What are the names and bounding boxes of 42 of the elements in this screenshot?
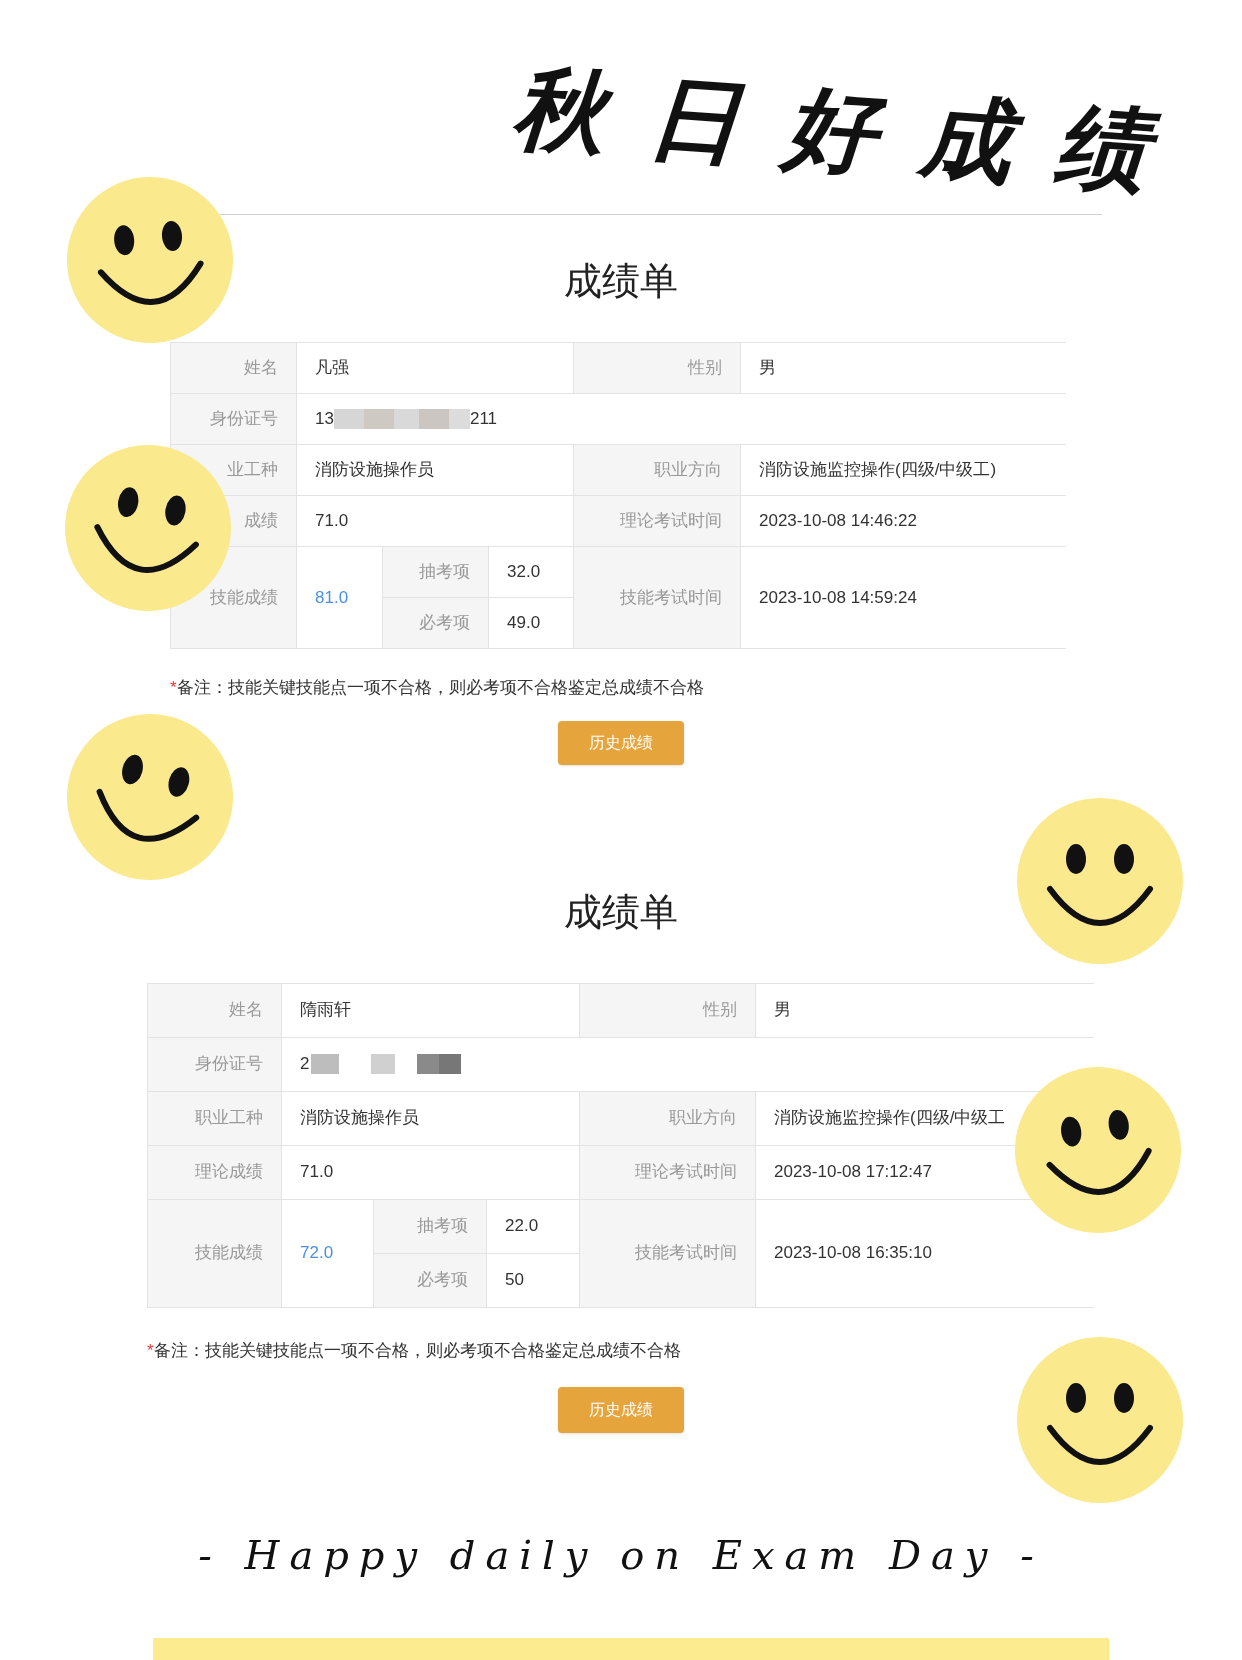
value-cell: 49.0: [489, 598, 573, 648]
id-text: 13: [315, 408, 334, 431]
label-cell: 抽考项: [374, 1199, 486, 1253]
note-text: *备注：技能关键技能点一项不合格，则必考项不合格鉴定总成绩不合格: [147, 1339, 681, 1362]
label-cell: 技能考试时间: [574, 547, 740, 648]
value-cell: 消防设施操作员: [297, 445, 573, 495]
value-cell: 22.0: [487, 1199, 579, 1253]
note-text: *备注：技能关键技能点一项不合格，则必考项不合格鉴定总成绩不合格: [170, 677, 704, 699]
label-cell: 职业方向: [580, 1091, 755, 1145]
id-text: 211: [469, 408, 498, 431]
value-cell: 71.0: [297, 496, 573, 546]
value-cell: 凡强: [297, 343, 573, 393]
label-cell: 姓名: [148, 983, 281, 1037]
label-cell: 理论成绩: [148, 1145, 281, 1199]
value-cell: 81.0: [297, 547, 382, 648]
value-cell: 隋雨轩: [282, 983, 579, 1037]
id-text: 2: [300, 1053, 310, 1076]
handwritten-title: 秋日好成绩: [508, 52, 1196, 211]
value-cell: 50: [487, 1253, 579, 1307]
footer-slogan: - Happy daily on Exam Day -: [198, 1531, 1044, 1580]
label-cell: 必考项: [383, 598, 488, 648]
label-cell: 理论考试时间: [574, 496, 740, 546]
label-cell: 姓名: [171, 343, 296, 393]
label-cell: 身份证号: [148, 1037, 281, 1091]
value-cell: 71.0: [282, 1145, 579, 1199]
report-heading: 成绩单: [564, 260, 678, 302]
label-cell: 性别: [574, 343, 740, 393]
label-cell: 职业工种: [148, 1091, 281, 1145]
label-cell: 技能成绩: [148, 1199, 281, 1307]
report-heading: 成绩单: [564, 890, 678, 933]
history-button[interactable]: 历史成绩: [558, 720, 684, 765]
label-cell: 职业方向: [574, 445, 740, 495]
history-button[interactable]: 历史成绩: [558, 1387, 684, 1433]
value-cell: 32.0: [489, 547, 573, 597]
label-cell: 性别: [580, 983, 755, 1037]
label-cell: 技能考试时间: [580, 1199, 755, 1307]
value-cell: 消防设施操作员: [282, 1091, 579, 1145]
label-cell: 理论考试时间: [580, 1145, 755, 1199]
label-cell: 抽考项: [383, 547, 488, 597]
label-cell: 身份证号: [171, 394, 296, 444]
value-cell: 72.0: [282, 1199, 373, 1307]
label-cell: 必考项: [374, 1253, 486, 1307]
